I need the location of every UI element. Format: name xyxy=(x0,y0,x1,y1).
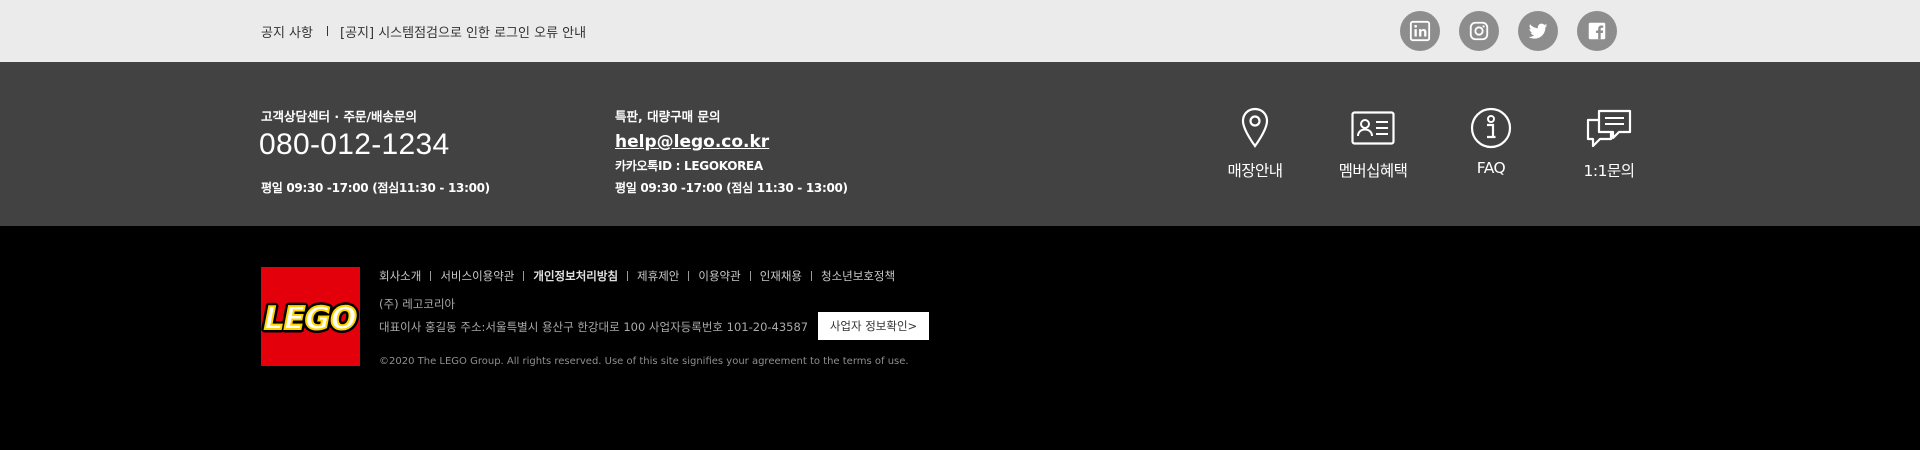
instagram-button[interactable] xyxy=(1459,11,1499,51)
social-links xyxy=(1400,11,1617,51)
notice-link[interactable]: [공지] 시스템점검으로 인한 로그인 오류 안내 xyxy=(340,22,586,41)
twitter-button[interactable] xyxy=(1518,11,1558,51)
company-name: (주) 레고코리아 xyxy=(379,297,456,311)
bulk-order-title: 특판, 대량구매 문의 xyxy=(615,109,721,124)
contact-bar: 고객상담센터 · 주문/배송문의 080-012-1234 평일 09:30 -… xyxy=(0,62,1920,226)
link-service-terms[interactable]: 서비스이용약관 xyxy=(440,268,514,284)
one-on-one-inquiry-label: 1:1문의 xyxy=(1583,162,1635,180)
faq-label: FAQ xyxy=(1476,159,1506,177)
link-divider xyxy=(688,271,690,281)
lego-logo[interactable]: LEGO LEGO xyxy=(261,267,360,366)
link-divider xyxy=(523,271,525,281)
link-company-intro[interactable]: 회사소개 xyxy=(379,268,421,284)
link-divider xyxy=(627,271,629,281)
location-pin-icon xyxy=(1241,107,1269,148)
instagram-icon xyxy=(1469,21,1489,41)
customer-service-phone[interactable]: 080-012-1234 xyxy=(259,128,449,162)
link-careers[interactable]: 인재채용 xyxy=(760,268,802,284)
customer-service-title: 고객상담센터 · 주문/배송문의 xyxy=(261,109,418,124)
notice-label[interactable]: 공지 사항 xyxy=(261,22,313,41)
footer: LEGO LEGO 회사소개 서비스이용약관 개인정보처리방침 제휴제안 이용약… xyxy=(0,226,1920,450)
chat-bubbles-icon xyxy=(1586,109,1632,148)
link-divider xyxy=(749,271,751,281)
bulk-order-hours: 평일 09:30 -17:00 (점심 11:30 - 13:00) xyxy=(615,181,848,195)
kakao-id: 카카오톡ID : LEGOKOREA xyxy=(615,159,763,173)
facebook-button[interactable] xyxy=(1577,11,1617,51)
link-privacy-policy[interactable]: 개인정보처리방침 xyxy=(533,268,618,284)
twitter-icon xyxy=(1528,23,1548,39)
link-divider xyxy=(430,271,432,281)
info-icon xyxy=(1470,107,1512,149)
business-info-button[interactable]: 사업자 정보확인> xyxy=(818,312,929,340)
company-address: 대표이사 홍길동 주소:서울특별시 용산구 한강대로 100 사업자등록번호 1… xyxy=(379,320,809,334)
bulk-order-email-link[interactable]: help@lego.co.kr xyxy=(615,132,769,152)
one-on-one-inquiry-link[interactable]: 1:1문의 xyxy=(1549,107,1669,181)
copyright: ©2020 The LEGO Group. All rights reserve… xyxy=(379,356,909,367)
store-locator-label: 매장안내 xyxy=(1227,162,1283,180)
link-divider xyxy=(811,271,813,281)
link-partnership[interactable]: 제휴제안 xyxy=(637,268,679,284)
notice-bar: 공지 사항 [공지] 시스템점검으로 인한 로그인 오류 안내 xyxy=(0,0,1920,62)
link-terms-of-use[interactable]: 이용약관 xyxy=(698,268,740,284)
link-youth-protection[interactable]: 청소년보호정책 xyxy=(821,268,895,284)
membership-card-icon xyxy=(1351,111,1395,145)
customer-service-hours: 평일 09:30 -17:00 (점심11:30 - 13:00) xyxy=(261,181,490,195)
notice-divider xyxy=(327,26,328,36)
lego-logo-outline: LEGO xyxy=(264,301,357,337)
linkedin-button[interactable] xyxy=(1400,11,1440,51)
store-locator-link[interactable]: 매장안내 xyxy=(1195,107,1315,181)
footer-links: 회사소개 서비스이용약관 개인정보처리방침 제휴제안 이용약관 인재채용 청소년… xyxy=(379,268,895,284)
facebook-icon xyxy=(1588,22,1606,40)
membership-label: 멤버십혜택 xyxy=(1338,162,1408,180)
membership-link[interactable]: 멤버십혜택 xyxy=(1313,107,1433,181)
linkedin-icon xyxy=(1409,20,1431,42)
faq-link[interactable]: FAQ xyxy=(1431,107,1551,177)
